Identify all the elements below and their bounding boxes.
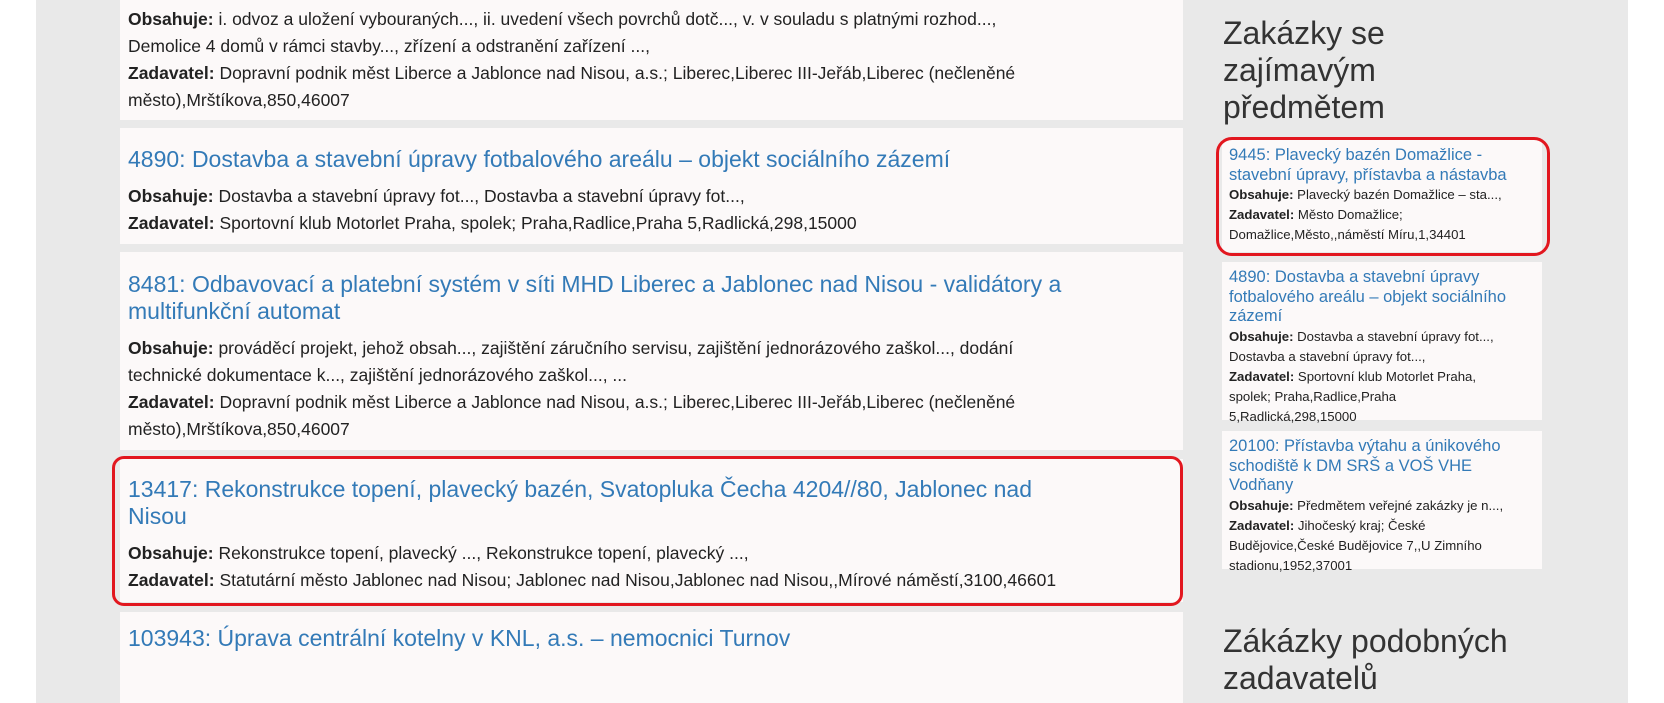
zadavatel-text: Statutární město Jablonec nad Nisou; Jab… <box>219 570 1057 590</box>
heading-line: zadavatelů <box>1223 660 1378 696</box>
sidebar-tender-link[interactable]: 9445: Plavecký bazén Domažlice - stavebn… <box>1229 146 1534 185</box>
zadavatel-line: město),Mrštíkova,850,46007 <box>128 416 1175 443</box>
title-line: fotbalového areálu – objekt sociálního <box>1229 287 1507 306</box>
tender-card: 8481: Odbavovací a platební systém v sít… <box>120 252 1183 450</box>
tender-title-link[interactable]: 4890: Dostavba a stavební úpravy fotbalo… <box>128 146 1175 173</box>
obsahuje-text: i. odvoz a uložení vybouraných..., ii. u… <box>218 9 997 29</box>
zadavatel-text: Dopravní podnik měst Liberce a Jablonce … <box>219 63 1016 83</box>
zadavatel-line: Domažlice,Město,,náměstí Míru,1,34401 <box>1229 225 1534 245</box>
zadavatel-text: Budějovice,České Budějovice 7,,U Zimního <box>1229 537 1482 553</box>
tender-card: 13417: Rekonstrukce topení, plavecký baz… <box>120 459 1183 602</box>
title-line: stavební úpravy, přístavba a nástavba <box>1229 165 1507 184</box>
zadavatel-text: Domažlice,Město,,náměstí Míru,1,34401 <box>1229 227 1466 242</box>
obsahuje-text: Dostavba a stavební úpravy fot..., <box>1297 328 1494 344</box>
obsahuje-label: Obsahuje: <box>128 186 214 206</box>
zadavatel-line: Zadavatel: Dopravní podnik měst Liberce … <box>128 389 1175 416</box>
tender-title-link[interactable]: 103943: Úprava centrální kotelny v KNL, … <box>128 625 1175 652</box>
obsahuje-line: technické dokumentace k..., zajištění je… <box>128 362 1175 389</box>
title-line: 8481: Odbavovací a platební systém v sít… <box>128 271 1062 297</box>
obsahuje-text: technické dokumentace k..., zajištění je… <box>128 365 628 385</box>
zadavatel-text: Sportovní klub Motorlet Praha, spolek; P… <box>219 213 857 233</box>
tender-list: Obsahuje: i. odvoz a uložení vybouraných… <box>120 0 1183 703</box>
tender-card: 4890: Dostavba a stavební úpravy fotbalo… <box>120 128 1183 244</box>
sidebar-tender-link[interactable]: 4890: Dostavba a stavební úpravy fotbalo… <box>1229 268 1534 327</box>
obsahuje-line: Obsahuje: Rekonstrukce topení, plavecký … <box>128 540 1175 567</box>
sidebar-heading-similar: Zákázky podobných zadavatelů <box>1223 623 1508 697</box>
obsahuje-line: Obsahuje: Dostavba a stavební úpravy fot… <box>128 183 1175 210</box>
zadavatel-label: Zadavatel: <box>128 63 215 83</box>
zadavatel-line: spolek; Praha,Radlice,Praha <box>1229 387 1534 407</box>
zadavatel-line: Zadavatel: Statutární město Jablonec nad… <box>128 567 1175 594</box>
title-line: zázemí <box>1229 307 1283 325</box>
tender-title-link[interactable]: 13417: Rekonstrukce topení, plavecký baz… <box>128 476 1175 530</box>
heading-line: Zákázky podobných <box>1223 623 1508 659</box>
zadavatel-line: Zadavatel: Dopravní podnik měst Liberce … <box>128 60 1175 87</box>
zadavatel-text: Jihočeský kraj; České <box>1297 517 1426 533</box>
obsahuje-text: Plavecký bazén Domažlice – sta..., <box>1297 187 1502 202</box>
obsahuje-line: Obsahuje: Předmětem veřejné zakázky je n… <box>1229 496 1534 516</box>
title-line: 9445: Plavecký bazén Domažlice - <box>1229 146 1483 164</box>
zadavatel-label: Zadavatel: <box>128 570 215 590</box>
title-line: schodiště k DM SRŠ a VOŠ VHE <box>1229 456 1472 475</box>
zadavatel-label: Zadavatel: <box>128 213 215 233</box>
tender-title-link[interactable]: 8481: Odbavovací a platební systém v sít… <box>128 271 1175 325</box>
obsahuje-text: Dostavba a stavební úpravy fot..., Dosta… <box>218 186 745 206</box>
sidebar-tender-card: 4890: Dostavba a stavební úpravy fotbalo… <box>1222 262 1542 424</box>
title-line: multifunkční automat <box>128 298 341 324</box>
title-line: Vodňany <box>1229 476 1294 494</box>
sidebar-tender-card: 9445: Plavecký bazén Domažlice - stavebn… <box>1222 140 1542 252</box>
zadavatel-text: Město Domažlice; <box>1297 207 1403 222</box>
zadavatel-text: spolek; Praha,Radlice,Praha <box>1229 388 1397 404</box>
zadavatel-label: Zadavatel: <box>1229 368 1295 384</box>
zadavatel-label: Zadavatel: <box>1229 207 1295 222</box>
zadavatel-line: Zadavatel: Sportovní klub Motorlet Praha… <box>1229 367 1534 387</box>
obsahuje-label: Obsahuje: <box>1229 497 1294 513</box>
obsahuje-line: Obsahuje: prováděcí projekt, jehož obsah… <box>128 335 1175 362</box>
zadavatel-label: Zadavatel: <box>128 392 215 412</box>
zadavatel-line: stadionu,1952,37001 <box>1229 556 1534 576</box>
obsahuje-line: Demolice 4 domů v rámci stavby..., zříze… <box>128 33 1175 60</box>
obsahuje-label: Obsahuje: <box>1229 328 1294 344</box>
sidebar: Zakázky se zajímavým předmětem 9445: Pla… <box>1220 0 1550 703</box>
obsahuje-text: prováděcí projekt, jehož obsah..., zajiš… <box>218 338 1014 358</box>
zadavatel-text: Sportovní klub Motorlet Praha, <box>1297 368 1477 384</box>
title-line: Nisou <box>128 503 187 529</box>
obsahuje-text: Demolice 4 domů v rámci stavby..., zříze… <box>128 36 650 56</box>
zadavatel-text: stadionu,1952,37001 <box>1229 557 1353 573</box>
zadavatel-line: Zadavatel: Sportovní klub Motorlet Praha… <box>128 210 1175 237</box>
obsahuje-label: Obsahuje: <box>1229 187 1294 202</box>
heading-line: zajímavým <box>1223 52 1376 88</box>
obsahuje-line: Obsahuje: Plavecký bazén Domažlice – sta… <box>1229 185 1534 205</box>
obsahuje-line: Dostavba a stavební úpravy fot..., <box>1229 347 1534 367</box>
zadavatel-text: město),Mrštíkova,850,46007 <box>128 419 350 439</box>
obsahuje-label: Obsahuje: <box>128 543 214 563</box>
obsahuje-text: Dostavba a stavební úpravy fot..., <box>1229 348 1426 364</box>
sidebar-tender-card: 20100: Přístavba výtahu a únikového scho… <box>1222 431 1542 573</box>
obsahuje-text: Předmětem veřejné zakázky je n..., <box>1297 497 1504 513</box>
zadavatel-line: 5,Radlická,298,15000 <box>1229 407 1534 427</box>
title-line: 4890: Dostavba a stavební úpravy <box>1229 268 1480 286</box>
obsahuje-line: Obsahuje: i. odvoz a uložení vybouraných… <box>128 6 1175 33</box>
obsahuje-line: Obsahuje: Dostavba a stavební úpravy fot… <box>1229 327 1534 347</box>
zadavatel-text: 5,Radlická,298,15000 <box>1229 408 1357 424</box>
title-line: 13417: Rekonstrukce topení, plavecký baz… <box>128 476 1032 502</box>
heading-line: Zakázky se <box>1223 15 1385 51</box>
zadavatel-line: Zadavatel: Jihočeský kraj; České <box>1229 516 1534 536</box>
sidebar-heading-interesting: Zakázky se zajímavým předmětem <box>1223 15 1385 126</box>
heading-line: předmětem <box>1223 89 1385 125</box>
tender-card: 103943: Úprava centrální kotelny v KNL, … <box>120 612 1183 703</box>
obsahuje-text: Rekonstrukce topení, plavecký ..., Rekon… <box>218 543 749 563</box>
tender-card: Obsahuje: i. odvoz a uložení vybouraných… <box>120 0 1183 120</box>
zadavatel-line: Zadavatel: Město Domažlice; <box>1229 205 1534 225</box>
title-line: 20100: Přístavba výtahu a únikového <box>1229 437 1501 455</box>
zadavatel-text: město),Mrštíkova,850,46007 <box>128 90 350 110</box>
obsahuje-label: Obsahuje: <box>128 338 214 358</box>
zadavatel-text: Dopravní podnik měst Liberce a Jablonce … <box>219 392 1016 412</box>
zadavatel-line: město),Mrštíkova,850,46007 <box>128 87 1175 114</box>
sidebar-tender-link[interactable]: 20100: Přístavba výtahu a únikového scho… <box>1229 437 1534 496</box>
zadavatel-line: Budějovice,České Budějovice 7,,U Zimního <box>1229 536 1534 556</box>
obsahuje-label: Obsahuje: <box>128 9 214 29</box>
zadavatel-label: Zadavatel: <box>1229 517 1295 533</box>
